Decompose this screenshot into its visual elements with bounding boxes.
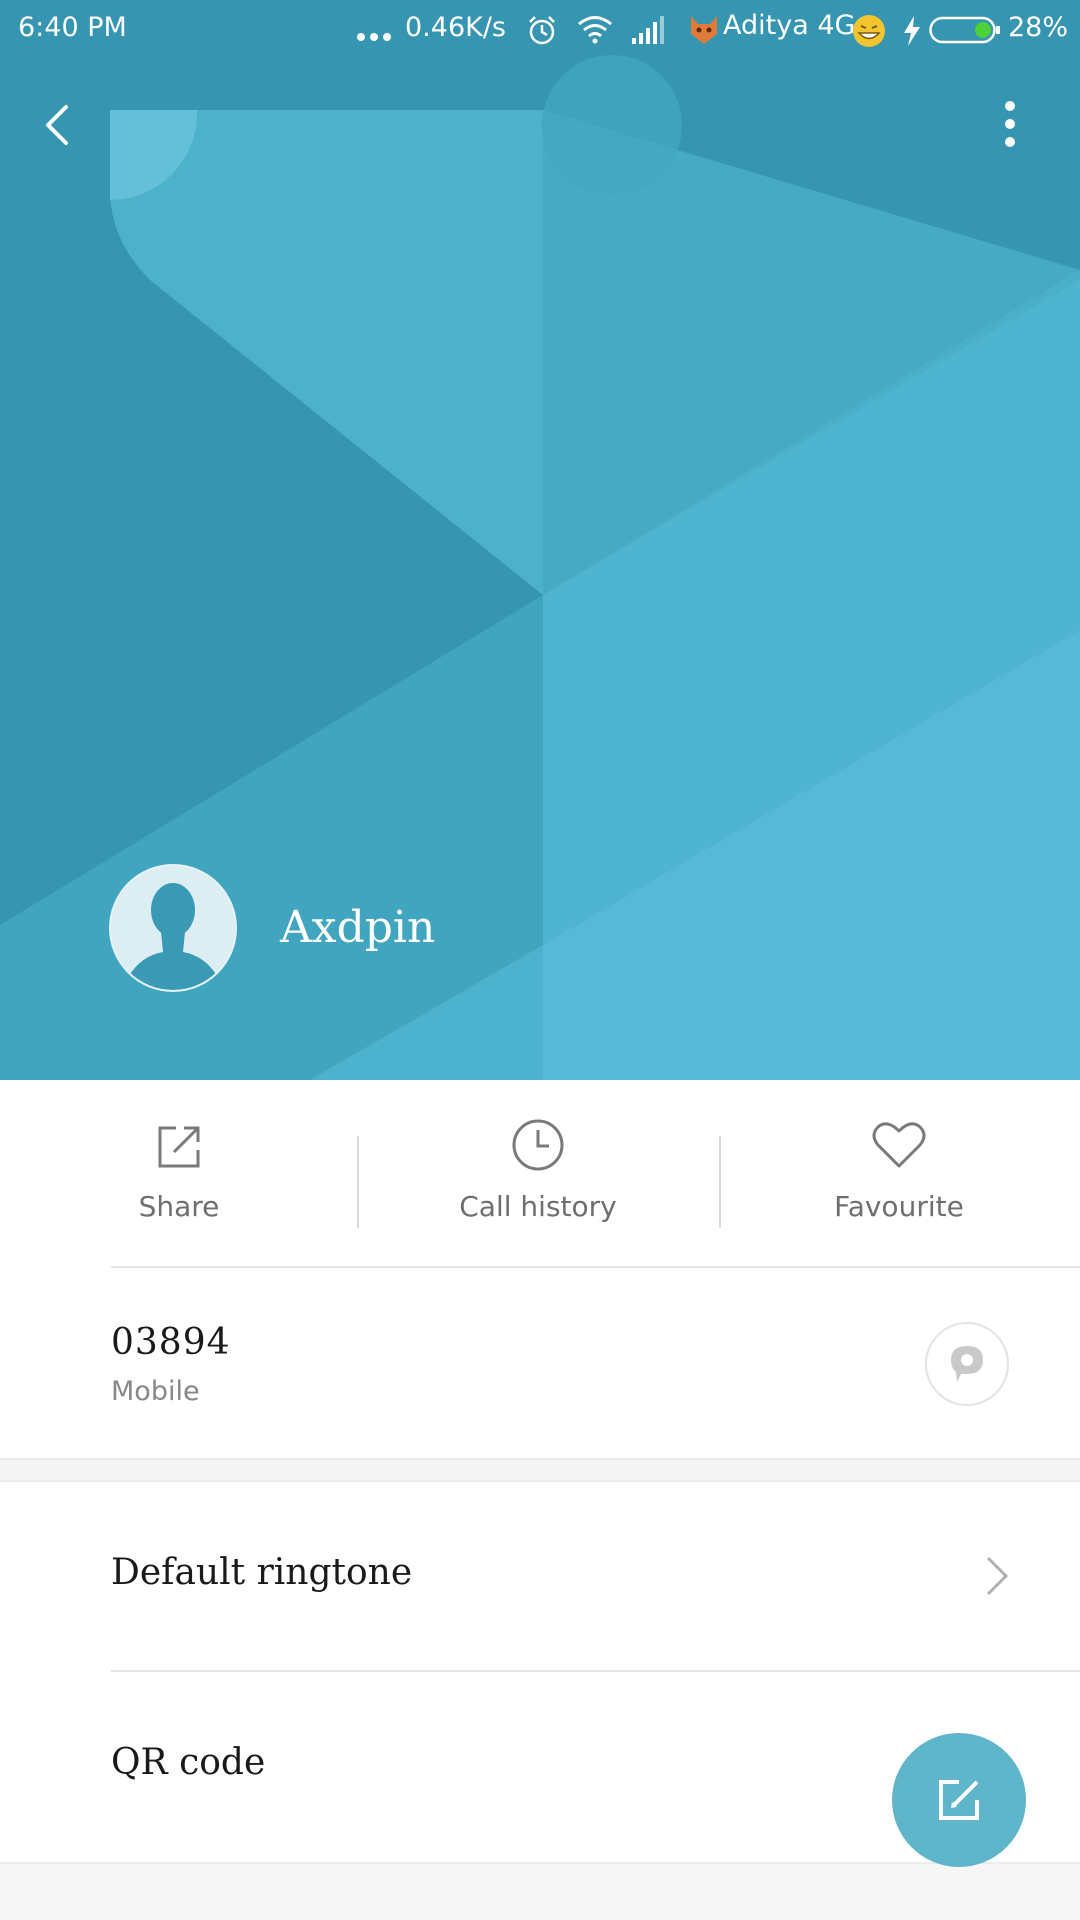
status-time: 6:40 PM	[18, 12, 127, 43]
more-options-button[interactable]	[985, 92, 1035, 156]
contact-header: 6:40 PM 0.46K/s Aditya 4G 28% Axdpin	[0, 0, 1080, 1080]
qr-code-label: QR code	[111, 1742, 266, 1783]
phone-number: 03894	[111, 1322, 231, 1363]
carrier-name: Aditya 4G	[723, 10, 856, 41]
status-bar: 6:40 PM 0.46K/s Aditya 4G 28%	[0, 0, 1080, 60]
wifi-icon	[578, 16, 612, 44]
avatar[interactable]	[111, 866, 235, 990]
share-label: Share	[138, 1190, 220, 1223]
charging-icon	[904, 16, 920, 46]
signal-icon	[632, 16, 664, 44]
share-button[interactable]: Share	[29, 1080, 329, 1268]
chevron-left-icon	[46, 105, 68, 145]
section-gap	[0, 1458, 1080, 1482]
alarm-icon	[529, 16, 555, 45]
back-button[interactable]	[32, 90, 92, 160]
call-history-label: Call history	[459, 1190, 617, 1223]
cat-emoji-icon	[691, 16, 717, 44]
person-silhouette-icon	[129, 883, 217, 990]
call-history-button[interactable]: Call history	[388, 1080, 688, 1268]
message-button[interactable]	[925, 1322, 1009, 1406]
contact-actions: Share Call history Favourite	[0, 1080, 1080, 1268]
bottom-area	[0, 1862, 1080, 1920]
grin-emoji-icon	[853, 15, 885, 47]
battery-icon	[929, 16, 1000, 44]
share-icon	[158, 1126, 200, 1168]
message-bubble-icon	[951, 1346, 983, 1382]
phone-type: Mobile	[111, 1376, 200, 1407]
battery-percent: 28%	[1008, 12, 1069, 43]
edit-icon	[939, 1780, 979, 1820]
contact-name: Axdpin	[280, 902, 436, 953]
action-divider	[357, 1136, 359, 1228]
edit-contact-button[interactable]	[892, 1733, 1026, 1867]
clock-icon	[512, 1119, 564, 1171]
default-ringtone-label: Default ringtone	[111, 1552, 413, 1593]
heart-icon	[872, 1122, 926, 1168]
favourite-label: Favourite	[834, 1190, 964, 1223]
default-ringtone-row[interactable]: Default ringtone	[0, 1482, 1080, 1670]
action-divider	[719, 1136, 721, 1228]
favourite-button[interactable]: Favourite	[749, 1080, 1049, 1268]
phone-number-row[interactable]: 03894 Mobile	[0, 1268, 1080, 1458]
network-speed: 0.46K/s	[405, 12, 506, 43]
more-vertical-icon	[1005, 101, 1015, 147]
dots-icon	[357, 33, 391, 41]
chevron-right-icon	[986, 1556, 1009, 1596]
